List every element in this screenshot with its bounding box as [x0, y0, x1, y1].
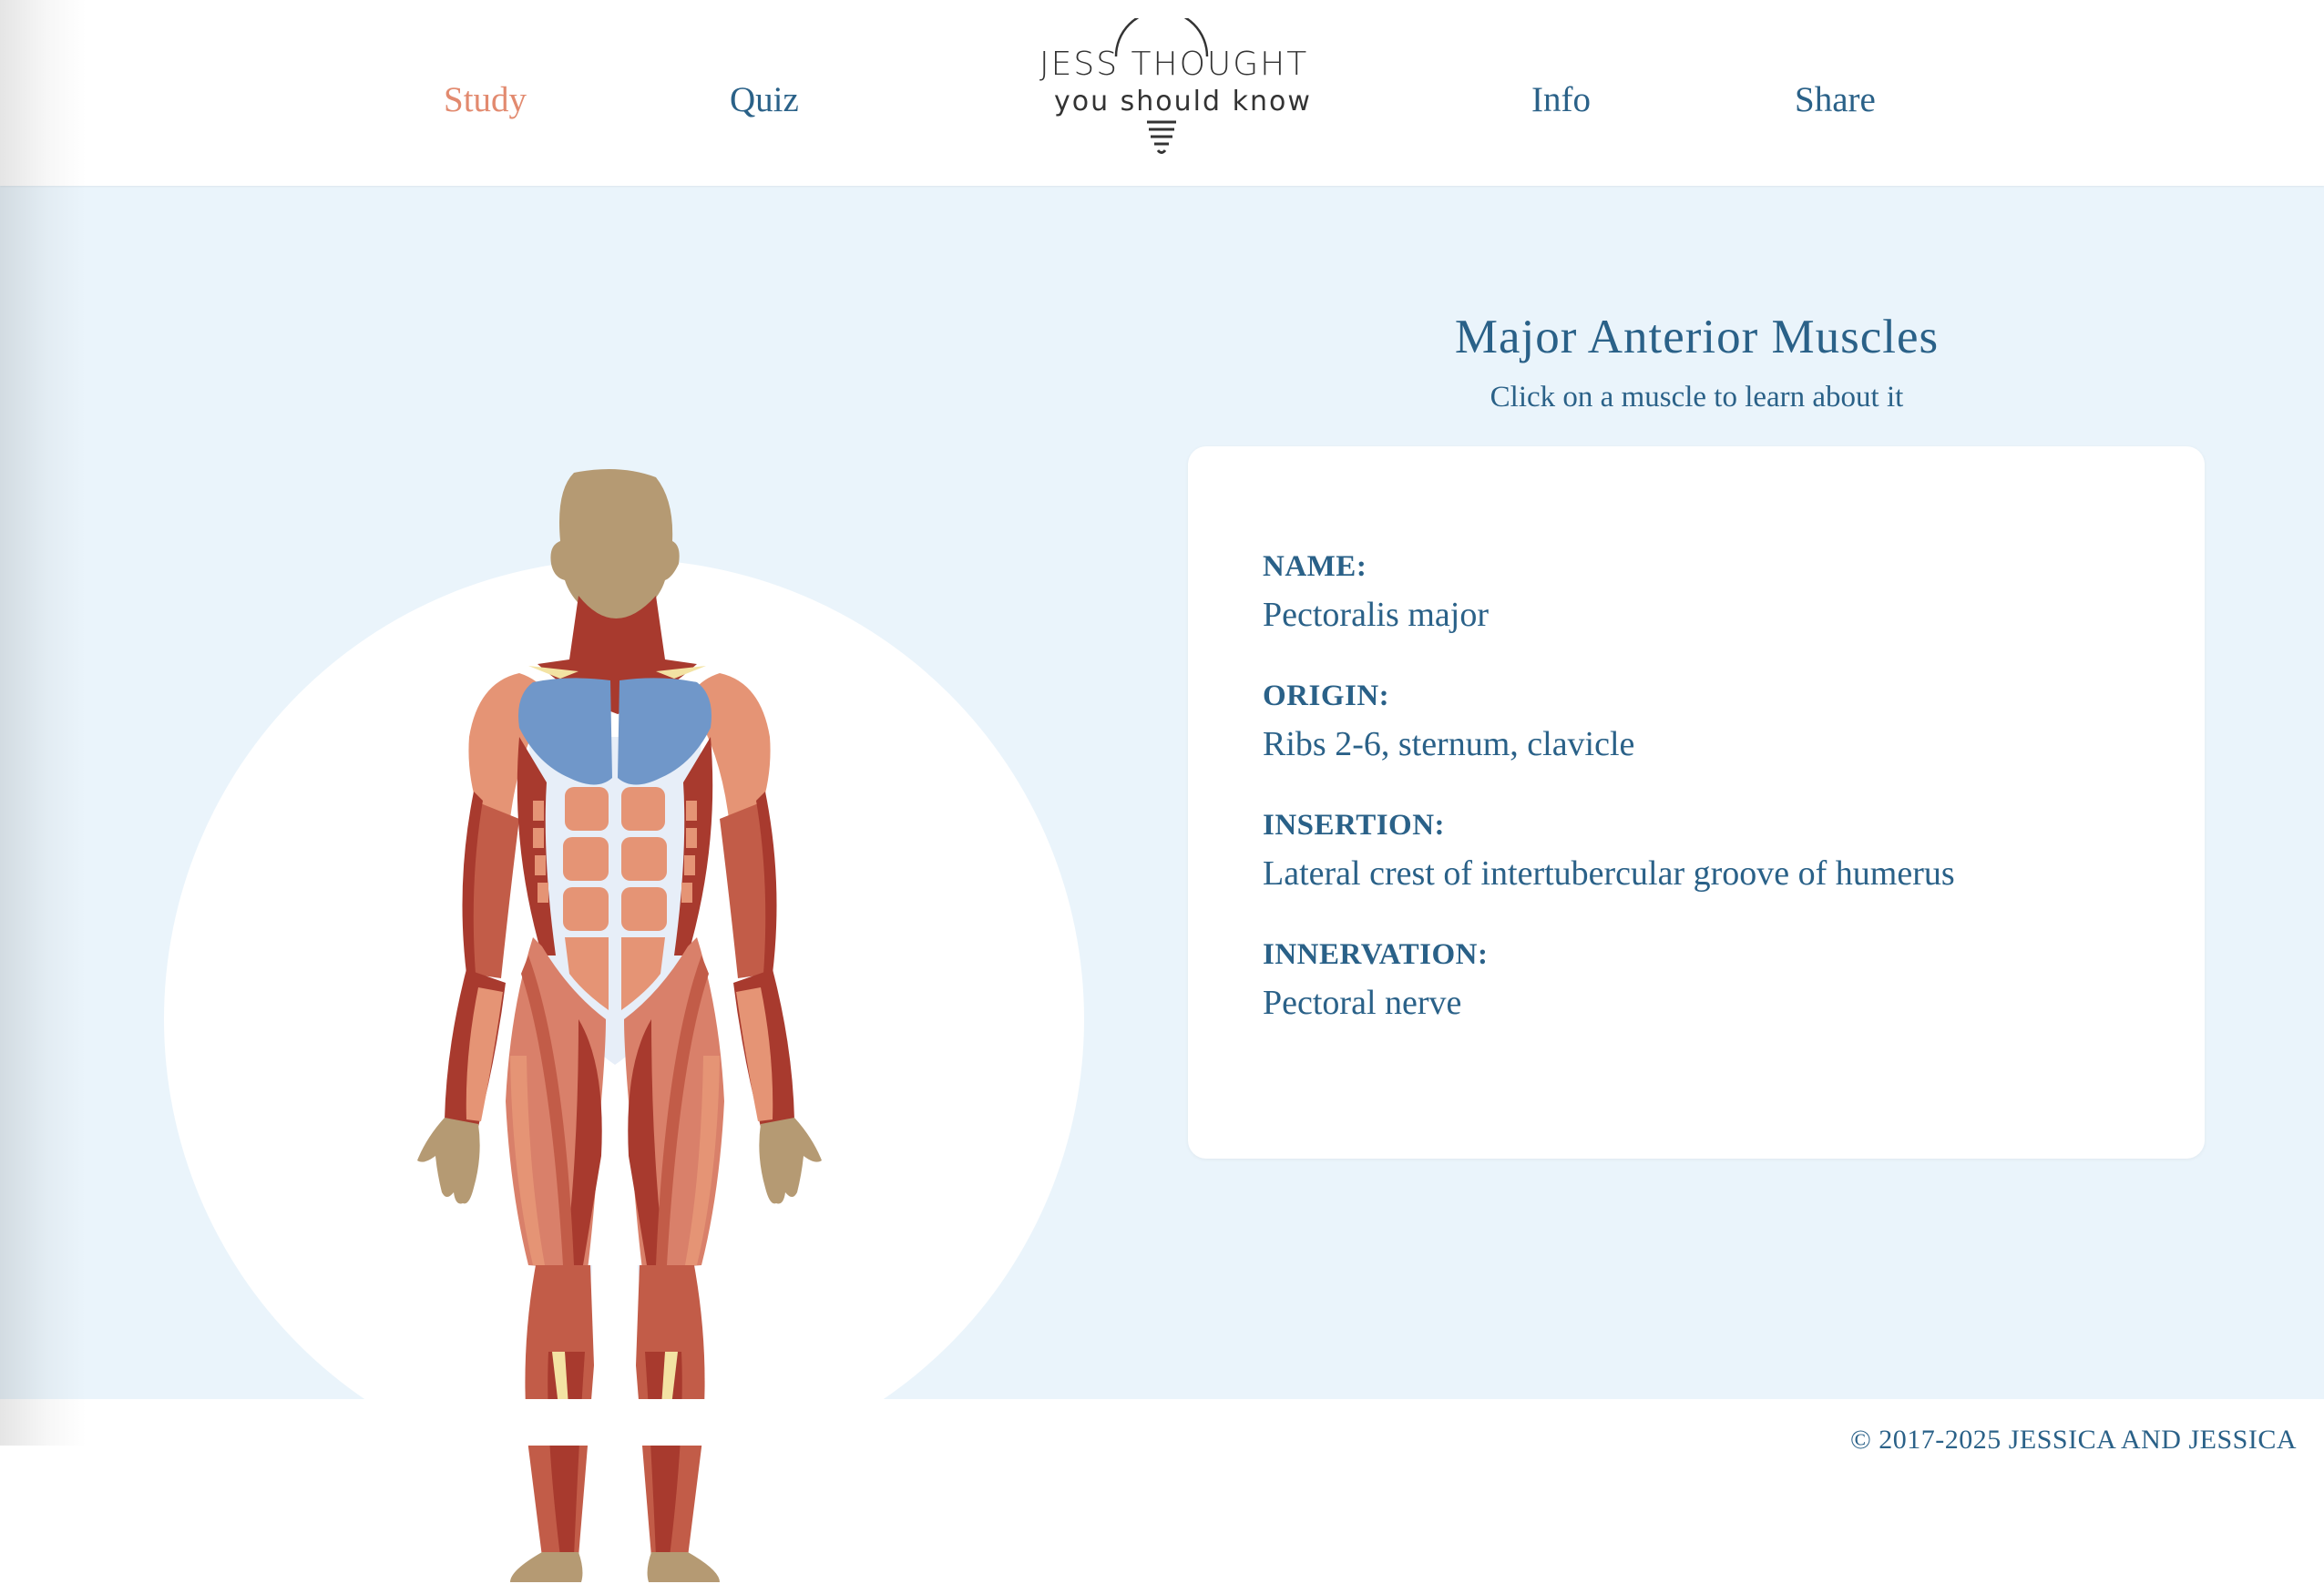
hand-right — [759, 1118, 822, 1204]
innervation-field: INNERVATION: Pectoral nerve — [1263, 936, 1489, 1026]
copyright-text: © 2017-2025 JESSICA AND JESSICA — [1849, 1425, 2297, 1455]
origin-label: ORIGIN: — [1263, 680, 1390, 712]
page-title: Major Anterior Muscles — [1454, 311, 1940, 363]
site-footer: © 2017-2025 JESSICA AND JESSICA — [0, 1399, 2324, 1455]
logo-title: JESS THOUGHT — [1039, 46, 1309, 83]
insertion-label: INSERTION: — [1263, 809, 1446, 842]
page-subtitle: Click on a muscle to learn about it — [1490, 381, 1904, 414]
hand-left — [417, 1118, 480, 1204]
origin-field: ORIGIN: Ribs 2-6, sternum, clavicle — [1263, 678, 1634, 767]
foot-right — [647, 1552, 720, 1582]
logo-tagline: you should know — [1054, 86, 1312, 118]
nav-study[interactable]: Study — [444, 77, 527, 124]
name-label: NAME: — [1263, 550, 1367, 583]
insertion-field: INSERTION: Lateral crest of intertubercu… — [1263, 807, 1955, 896]
origin-value: Ribs 2-6, sternum, clavicle — [1263, 725, 1635, 763]
name-value: Pectoralis major — [1263, 596, 1489, 634]
nav-info[interactable]: Info — [1531, 77, 1591, 124]
main-content: Major Anterior Muscles Click on a muscle… — [0, 186, 2324, 1582]
innervation-value: Pectoral nerve — [1263, 984, 1462, 1022]
name-field: NAME: Pectoralis major — [1263, 548, 1489, 638]
site-header: Study Quiz JESS THOUGHT you should know … — [0, 0, 2324, 186]
nav-share[interactable]: Share — [1795, 77, 1876, 124]
insertion-value: Lateral crest of intertubercular groove … — [1263, 854, 1955, 893]
head — [550, 469, 680, 628]
foot-left — [510, 1552, 583, 1582]
muscle-info-card: NAME: Pectoralis major ORIGIN: Ribs 2-6,… — [1188, 446, 2205, 1159]
site-logo[interactable]: JESS THOUGHT you should know — [1034, 18, 1310, 159]
nav-quiz[interactable]: Quiz — [730, 77, 799, 124]
innervation-label: INNERVATION: — [1263, 938, 1489, 971]
